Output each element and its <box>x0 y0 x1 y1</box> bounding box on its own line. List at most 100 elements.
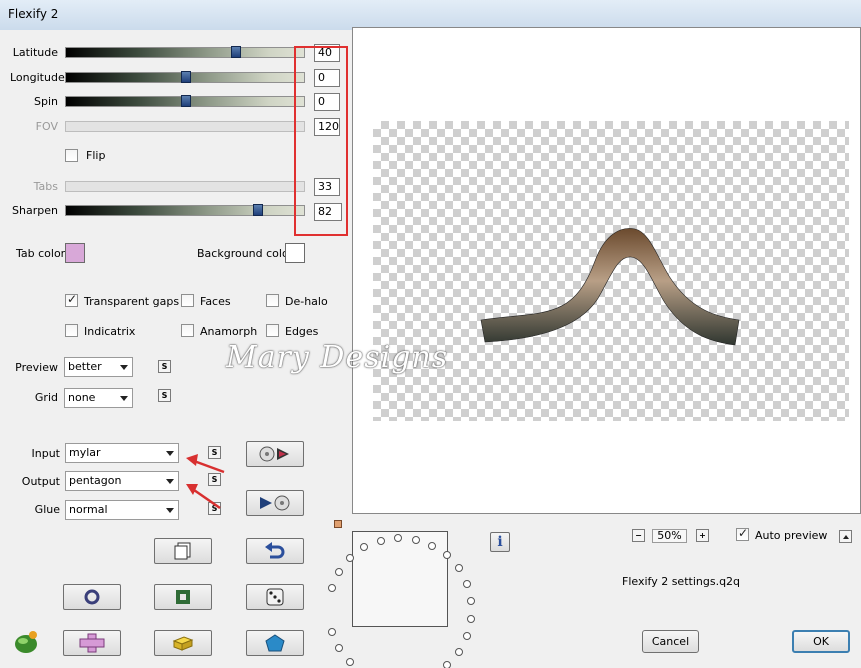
faces-label: Faces <box>200 295 231 308</box>
de-halo-checkbox[interactable] <box>266 294 279 307</box>
reset-button[interactable] <box>63 584 121 610</box>
orientation-dot[interactable] <box>327 628 336 637</box>
de-halo-label: De-halo <box>285 295 328 308</box>
window-title: Flexify 2 <box>8 7 59 21</box>
tab-color-swatch[interactable] <box>65 243 85 263</box>
cancel-button[interactable]: Cancel <box>642 630 699 653</box>
edges-checkbox[interactable] <box>266 324 279 337</box>
glue-select[interactable]: normal <box>65 500 179 520</box>
preview-label: Preview <box>15 361 58 374</box>
zoom-level: 50% <box>652 529 687 543</box>
output-select[interactable]: pentagon <box>65 471 179 491</box>
background-color-label: Background color <box>197 247 294 260</box>
ring-icon <box>84 589 100 605</box>
orientation-dot[interactable] <box>454 564 463 573</box>
sharpen-slider[interactable] <box>65 204 305 216</box>
shape-button[interactable] <box>246 630 304 656</box>
tabs-label: Tabs <box>33 180 58 193</box>
preview-panel[interactable] <box>352 27 861 514</box>
ok-button[interactable]: OK <box>792 630 850 653</box>
zoom-out-button[interactable]: − <box>632 529 645 542</box>
input-select[interactable]: mylar <box>65 443 179 463</box>
sharpen-slider-thumb[interactable] <box>253 204 263 216</box>
annotation-arrow-line <box>193 488 221 510</box>
copy-pages-icon <box>174 542 191 560</box>
indicatrix-checkbox[interactable] <box>65 324 78 337</box>
chevron-down-icon <box>120 365 128 370</box>
chevron-down-icon <box>120 396 128 401</box>
frame-button[interactable] <box>154 584 212 610</box>
load-input-button[interactable] <box>246 441 304 467</box>
info-button[interactable]: i <box>490 532 510 552</box>
background-color-swatch[interactable] <box>285 243 305 263</box>
transparent-gaps-checkbox[interactable] <box>65 292 78 307</box>
anamorph-checkbox[interactable] <box>181 324 194 337</box>
spin-slider[interactable] <box>65 95 305 107</box>
orientation-dot[interactable] <box>442 551 451 560</box>
flip-label: Flip <box>86 149 106 162</box>
orientation-dot[interactable] <box>467 614 476 623</box>
orientation-dot[interactable] <box>394 534 403 543</box>
latitude-slider-thumb[interactable] <box>231 46 241 58</box>
indicatrix-label: Indicatrix <box>84 325 136 338</box>
settings-filename: Flexify 2 settings.q2q <box>622 575 741 588</box>
transparency-checkerboard <box>373 121 849 421</box>
fov-slider <box>65 121 305 132</box>
copy-button[interactable] <box>154 538 212 564</box>
sharpen-label: Sharpen <box>12 204 58 217</box>
chevron-down-icon <box>166 508 174 513</box>
longitude-slider[interactable] <box>65 71 305 83</box>
input-value: mylar <box>69 446 101 459</box>
preview-s-button[interactable]: S <box>158 360 171 373</box>
longitude-slider-thumb[interactable] <box>181 71 191 83</box>
orientation-dot[interactable] <box>334 567 343 576</box>
longitude-label: Longitude <box>10 71 65 84</box>
flip-checkbox[interactable] <box>65 149 78 162</box>
edges-label: Edges <box>285 325 319 338</box>
output-value: pentagon <box>69 474 122 487</box>
orientation-dot[interactable] <box>428 541 437 550</box>
transparent-gaps-label: Transparent gaps <box>84 295 180 308</box>
pink-cross-icon <box>79 633 105 653</box>
glue-value: normal <box>69 503 108 516</box>
plugin-logo-icon <box>15 631 37 653</box>
orientation-dot[interactable] <box>346 657 355 666</box>
brick-button[interactable] <box>154 630 212 656</box>
orientation-dot[interactable] <box>334 644 343 653</box>
orientation-dot[interactable] <box>463 631 472 640</box>
output-label: Output <box>21 475 60 488</box>
orientation-dot[interactable] <box>467 597 476 606</box>
latitude-slider[interactable] <box>65 46 305 58</box>
save-output-button[interactable] <box>246 490 304 516</box>
annotation-arrows <box>186 454 225 510</box>
grid-s-button[interactable]: S <box>158 389 171 402</box>
orientation-dot[interactable] <box>454 647 463 656</box>
tile-button[interactable] <box>63 630 121 656</box>
orientation-dot[interactable] <box>376 536 385 545</box>
chevron-down-icon <box>166 451 174 456</box>
grid-value: none <box>68 391 96 404</box>
annotation-arrow-line <box>193 459 225 474</box>
play-disc-icon <box>260 495 290 511</box>
auto-preview-checkbox[interactable] <box>736 526 749 541</box>
spin-slider-thumb[interactable] <box>181 95 191 107</box>
chevron-up-icon <box>842 534 849 539</box>
faces-checkbox[interactable] <box>181 294 194 307</box>
anamorph-label: Anamorph <box>200 325 258 338</box>
watermark-text: Mary Designs <box>226 340 449 375</box>
zoom-in-button[interactable]: + <box>696 529 709 542</box>
green-square-icon <box>176 590 190 604</box>
orientation-dot[interactable] <box>327 583 336 592</box>
orientation-handle[interactable] <box>334 520 342 528</box>
random-button[interactable] <box>246 584 304 610</box>
disc-play-icon <box>259 446 289 462</box>
undo-button[interactable] <box>246 538 304 564</box>
orientation-dot[interactable] <box>463 580 472 589</box>
preview-quality-select[interactable]: better <box>64 357 133 377</box>
collapse-button[interactable] <box>839 530 852 543</box>
dice-icon <box>266 588 284 606</box>
annotation-arrow-head <box>186 454 198 466</box>
orientation-dot[interactable] <box>411 535 420 544</box>
orientation-dot[interactable] <box>442 660 451 668</box>
grid-select[interactable]: none <box>64 388 133 408</box>
